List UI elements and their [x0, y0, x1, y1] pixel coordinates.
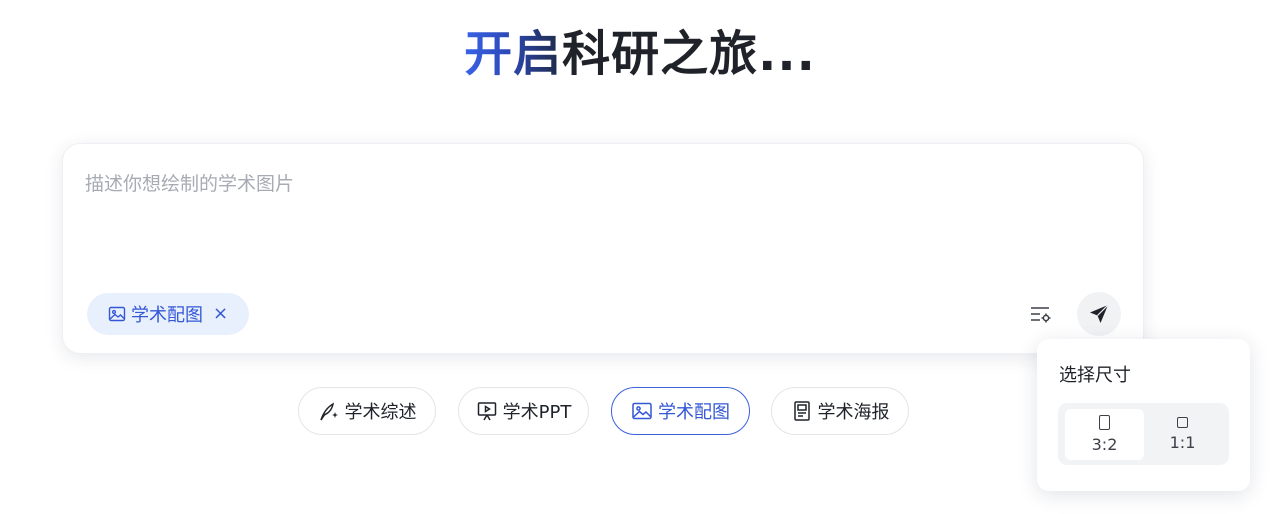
prompt-card: 学术配图 ×: [62, 143, 1144, 354]
quick-action-label: 学术配图: [658, 402, 730, 423]
mode-chip-label: 学术配图: [131, 305, 203, 326]
size-selector: 3:2 1:1: [1058, 403, 1229, 465]
image-icon: [631, 400, 653, 422]
poster-icon: [791, 400, 813, 422]
presentation-icon: [476, 400, 498, 422]
send-button[interactable]: [1077, 292, 1121, 336]
size-option-1-1[interactable]: 1:1: [1143, 409, 1222, 460]
mode-chip: 学术配图 ×: [87, 293, 249, 335]
quick-action-ppt[interactable]: 学术PPT: [458, 387, 589, 435]
page-title-accent: 开启: [464, 26, 563, 82]
size-option-label: 3:2: [1091, 435, 1118, 454]
size-popover: 选择尺寸 3:2 1:1: [1037, 339, 1250, 491]
send-icon: [1088, 303, 1110, 325]
image-icon: [108, 305, 126, 323]
page-title: 开启科研之旅...: [0, 24, 1280, 84]
quick-action-poster[interactable]: 学术海报: [771, 387, 909, 435]
quick-action-figure[interactable]: 学术配图: [611, 387, 750, 435]
quick-action-label: 学术海报: [817, 402, 890, 423]
size-option-label: 1:1: [1169, 433, 1196, 452]
size-popover-title: 选择尺寸: [1059, 365, 1131, 386]
page-title-rest: 科研之旅...: [562, 26, 816, 82]
close-icon[interactable]: ×: [213, 305, 228, 323]
quick-action-label: 学术综述: [344, 402, 417, 423]
settings-button[interactable]: [1027, 301, 1055, 329]
settings-sliders-icon: [1029, 304, 1053, 326]
square-icon: [1177, 417, 1188, 428]
quick-action-review[interactable]: 学术综述: [298, 387, 436, 435]
quill-sparkle-icon: [318, 400, 340, 422]
prompt-input[interactable]: [85, 169, 1085, 229]
portrait-rect-icon: [1099, 415, 1110, 430]
size-option-3-2[interactable]: 3:2: [1065, 409, 1144, 460]
quick-action-label: 学术PPT: [502, 402, 572, 423]
